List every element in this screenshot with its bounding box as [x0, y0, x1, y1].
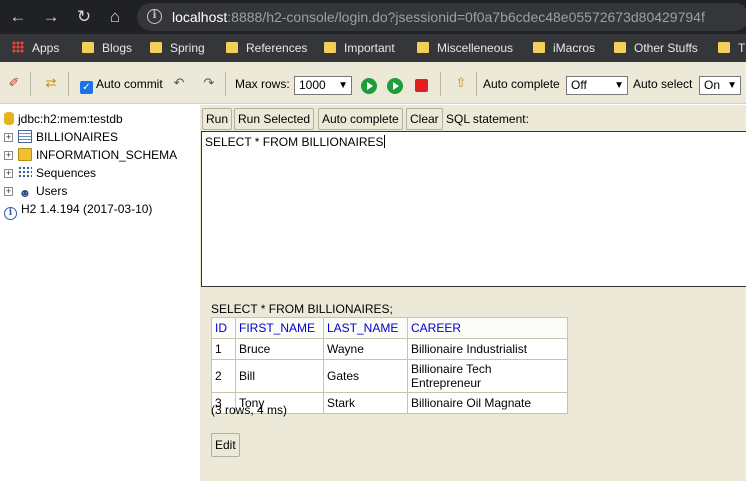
auto-commit-toggle[interactable]: ✓ Auto commit — [80, 74, 163, 94]
row-count-status: (3 rows, 4 ms) — [211, 403, 288, 417]
folder-icon — [226, 42, 238, 53]
rollback-icon[interactable]: ↶ — [170, 74, 188, 92]
cell-first-name: Bruce — [235, 338, 324, 360]
column-header-last-name[interactable]: LAST_NAME — [323, 317, 408, 339]
forward-icon[interactable]: → — [40, 6, 62, 28]
tree-item-sequences[interactable]: + Sequences — [4, 165, 96, 181]
url-field[interactable]: i localhost:8888/h2-console/login.do?jse… — [137, 3, 746, 31]
tree-connection[interactable]: jdbc:h2:mem:testdb — [4, 111, 123, 127]
cell-career: Billionaire Industrialist — [407, 338, 568, 360]
stop-icon[interactable] — [415, 79, 428, 92]
table-icon — [18, 130, 32, 143]
result-table: ID FIRST_NAME LAST_NAME CAREER 1 Bruce W… — [211, 317, 568, 414]
commit-icon[interactable]: ↷ — [200, 74, 218, 92]
cell-id: 1 — [211, 338, 236, 360]
sql-editor[interactable]: SELECT * FROM BILLIONAIRES — [201, 131, 746, 287]
table-row: 1 Bruce Wayne Billionaire Industrialist — [211, 338, 568, 360]
tree-item-billionaires[interactable]: + BILLIONAIRES — [4, 129, 118, 145]
bookmark-miscelleneous[interactable]: Miscelleneous — [417, 40, 513, 56]
column-header-id[interactable]: ID — [211, 317, 236, 339]
expand-icon[interactable]: + — [4, 133, 13, 142]
run-icon[interactable] — [361, 78, 377, 94]
reload-icon[interactable]: ↻ — [73, 6, 95, 28]
home-icon[interactable]: ⌂ — [104, 6, 126, 28]
object-tree: jdbc:h2:mem:testdb + BILLIONAIRES + INFORM… — [0, 105, 200, 481]
table-header-row: ID FIRST_NAME LAST_NAME CAREER — [211, 317, 568, 339]
folder-icon — [150, 42, 162, 53]
column-header-first-name[interactable]: FIRST_NAME — [235, 317, 324, 339]
edit-button[interactable]: Edit — [211, 433, 240, 457]
bookmarks-bar: Apps Blogs Spring References Important M… — [0, 34, 746, 62]
refresh-icon[interactable]: ⇄ — [42, 74, 60, 92]
sql-text: SELECT * FROM BILLIONAIRES — [205, 135, 384, 149]
bookmark-blogs[interactable]: Blogs — [82, 40, 132, 56]
column-header-career[interactable]: CAREER — [407, 317, 568, 339]
folder-icon — [18, 148, 32, 161]
auto-complete-select[interactable]: Off ▼ — [566, 76, 628, 95]
toolbar-divider — [440, 72, 441, 96]
expand-icon[interactable]: + — [4, 187, 13, 196]
toolbar-divider — [68, 72, 69, 96]
history-icon[interactable]: ⇧ — [452, 74, 470, 92]
folder-icon — [82, 42, 94, 53]
back-icon[interactable]: ← — [7, 6, 29, 28]
h2-toolbar: ✐ ⇄ ✓ Auto commit ↶ ↷ Max rows: 1000 ▼ ⇧ A… — [0, 62, 746, 104]
auto-commit-checkbox[interactable]: ✓ — [80, 81, 93, 94]
cell-career: Billionaire Oil Magnate — [407, 392, 568, 414]
auto-complete-button[interactable]: Auto complete — [318, 108, 403, 130]
run-button[interactable]: Run — [202, 108, 233, 130]
max-rows-select[interactable]: 1000 ▼ — [294, 76, 352, 95]
browser-address-bar: ← → ↻ ⌂ i localhost:8888/h2-console/logi… — [0, 0, 746, 34]
bookmark-other-stuffs[interactable]: Other Stuffs — [614, 40, 698, 56]
folder-icon — [324, 42, 336, 53]
bookmark-th[interactable]: Th — [718, 40, 746, 56]
folder-icon — [533, 42, 545, 53]
tree-version: i H2 1.4.194 (2017-03-10) — [4, 201, 152, 220]
cell-id: 2 — [211, 359, 236, 393]
expand-icon[interactable]: + — [4, 151, 13, 160]
toolbar-divider — [30, 72, 31, 96]
users-icon: ☻ — [18, 186, 32, 200]
tree-item-users[interactable]: + ☻ Users — [4, 183, 67, 200]
site-info-icon[interactable]: i — [147, 9, 162, 24]
auto-select-select[interactable]: On ▼ — [699, 76, 741, 95]
folder-icon — [718, 42, 730, 53]
cell-last-name: Stark — [323, 392, 408, 414]
expand-icon[interactable]: + — [4, 169, 13, 178]
text-caret — [383, 135, 385, 148]
sql-statement-label: SQL statement: — [446, 112, 529, 126]
result-query-title: SELECT * FROM BILLIONAIRES; — [211, 302, 393, 316]
disconnect-icon[interactable]: ✐ — [5, 74, 23, 92]
max-rows-label: Max rows: — [235, 77, 290, 91]
toolbar-divider — [225, 72, 226, 96]
bookmark-apps[interactable]: Apps — [12, 40, 59, 56]
bookmark-spring[interactable]: Spring — [150, 40, 205, 56]
url-text: localhost:8888/h2-console/login.do?jsess… — [172, 9, 705, 25]
bookmark-imacros[interactable]: iMacros — [533, 40, 595, 56]
apps-grid-icon — [12, 41, 24, 53]
auto-complete-label: Auto complete — [483, 77, 560, 91]
auto-select-label: Auto select — [633, 77, 693, 91]
run-selected-button[interactable]: Run Selected — [234, 108, 315, 130]
database-icon — [4, 112, 14, 125]
folder-icon — [614, 42, 626, 53]
bookmark-important[interactable]: Important — [324, 40, 395, 56]
bookmark-references[interactable]: References — [226, 40, 307, 56]
cell-first-name: Bill — [235, 359, 324, 393]
run-selected-icon[interactable] — [387, 78, 403, 94]
folder-icon — [417, 42, 429, 53]
sequences-icon — [18, 166, 32, 179]
table-row: 2 Bill Gates Billionaire Tech Entreprene… — [211, 359, 568, 393]
tree-item-information-schema[interactable]: + INFORMATION_SCHEMA — [4, 147, 177, 163]
cell-last-name: Wayne — [323, 338, 408, 360]
info-icon: i — [4, 207, 17, 220]
cell-last-name: Gates — [323, 359, 408, 393]
clear-button[interactable]: Clear — [406, 108, 443, 130]
cell-career: Billionaire Tech Entrepreneur — [407, 359, 568, 393]
query-panel: Run Run Selected Auto complete Clear SQL… — [200, 105, 746, 481]
toolbar-divider — [476, 72, 477, 96]
